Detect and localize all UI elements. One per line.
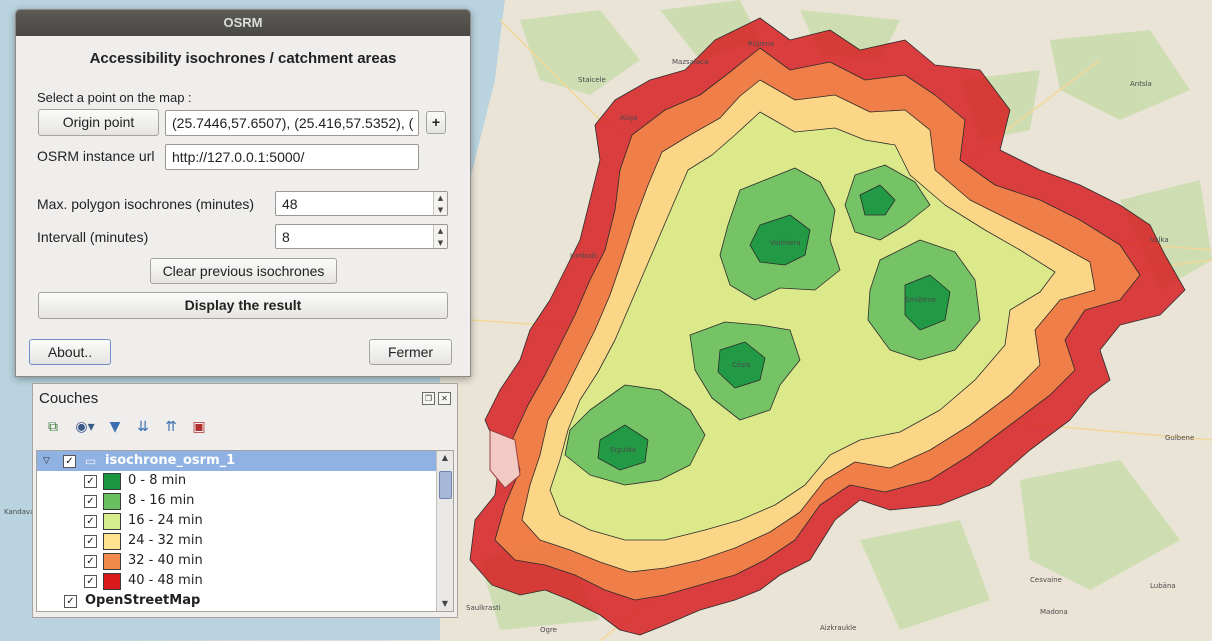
legend-class-row[interactable]: ✓ 16 - 24 min	[37, 511, 437, 531]
layer-row-openstreetmap[interactable]: ✓ OpenStreetMap	[37, 591, 437, 611]
interval-spinbox[interactable]: 8 ▲ ▼	[275, 224, 448, 249]
town-label: Mazsalaca	[672, 58, 708, 66]
remove-layer-icon[interactable]: ▣	[189, 417, 209, 437]
class-label: 24 - 32 min	[128, 533, 203, 548]
layers-panel: Couches ❐ ✕ ⧉ ◉▾ ▼ ⇊ ⇈ ▣ ▽ ✓ ▭ isochrone…	[32, 383, 458, 618]
town-label: Rūjiena	[748, 40, 774, 48]
interval-value: 8	[282, 229, 290, 245]
class-swatch	[103, 473, 121, 490]
layer-checkbox[interactable]: ✓	[63, 455, 76, 468]
town-label: Aloja	[620, 114, 637, 122]
legend-class-row[interactable]: ✓ 40 - 48 min	[37, 571, 437, 591]
town-label: Smiltene	[905, 296, 936, 304]
class-swatch	[103, 513, 121, 530]
dialog-title-bar[interactable]: OSRM	[16, 10, 470, 36]
interval-label: Intervall (minutes)	[37, 229, 149, 245]
dialog-heading: Accessibility isochrones / catchment are…	[89, 50, 397, 67]
close-button[interactable]: Fermer	[369, 339, 452, 365]
about-button[interactable]: About..	[29, 339, 111, 365]
add-point-button[interactable]: +	[426, 111, 446, 134]
class-checkbox[interactable]: ✓	[84, 575, 97, 588]
interval-stepper[interactable]: ▲ ▼	[433, 225, 447, 248]
instance-url-field[interactable]: http://127.0.0.1:5000/	[165, 144, 419, 170]
add-group-icon[interactable]: ⧉	[43, 417, 63, 437]
class-checkbox[interactable]: ✓	[84, 555, 97, 568]
float-panel-icon[interactable]: ❐	[422, 392, 435, 405]
town-label: Cēsis	[732, 361, 751, 369]
max-isochrones-value: 48	[282, 196, 298, 212]
layer-row-isochrone[interactable]: ▽ ✓ ▭ isochrone_osrm_1	[37, 451, 437, 471]
legend-class-row[interactable]: ✓ 32 - 40 min	[37, 551, 437, 571]
class-checkbox[interactable]: ✓	[84, 535, 97, 548]
select-point-label: Select a point on the map :	[37, 90, 192, 105]
increment-icon[interactable]: ▲	[434, 225, 447, 237]
layer-tree-scrollbar[interactable]: ▲ ▼	[436, 451, 453, 611]
layer-name: isochrone_osrm_1	[105, 453, 236, 468]
town-label: Antsla	[1130, 80, 1152, 88]
max-isochrones-stepper[interactable]: ▲ ▼	[433, 192, 447, 215]
layer-tree[interactable]: ▽ ✓ ▭ isochrone_osrm_1 ✓ 0 - 8 min ✓ 8 -…	[36, 450, 454, 612]
visibility-icon[interactable]: ◉▾	[71, 417, 99, 437]
scroll-down-icon[interactable]: ▼	[437, 597, 453, 611]
town-label: Limbaži	[570, 252, 597, 260]
town-label: Aizkraukle	[820, 624, 856, 632]
class-swatch	[103, 573, 121, 590]
class-label: 40 - 48 min	[128, 573, 203, 588]
filter-icon[interactable]: ▼	[105, 417, 125, 437]
layer-checkbox[interactable]: ✓	[64, 595, 77, 608]
osrm-dialog: OSRM Accessibility isochrones / catchmen…	[15, 9, 471, 377]
town-label: Valmiera	[770, 239, 801, 247]
legend-class-row[interactable]: ✓ 8 - 16 min	[37, 491, 437, 511]
collapse-arrow-icon[interactable]: ▽	[43, 451, 50, 471]
town-label: Lubāna	[1150, 582, 1176, 590]
town-label: Ogre	[540, 626, 557, 634]
town-label: Cesvaine	[1030, 576, 1062, 584]
class-label: 0 - 8 min	[128, 473, 187, 488]
origin-coordinates-field[interactable]: (25.7446,57.6507), (25.416,57.5352), (	[165, 110, 419, 136]
increment-icon[interactable]: ▲	[434, 192, 447, 204]
class-label: 8 - 16 min	[128, 493, 195, 508]
class-swatch	[103, 553, 121, 570]
town-label: Valka	[1150, 236, 1169, 244]
scrollbar-thumb[interactable]	[439, 471, 452, 499]
decrement-icon[interactable]: ▼	[434, 204, 447, 216]
town-label: Saulkrasti	[466, 604, 501, 612]
class-label: 16 - 24 min	[128, 513, 203, 528]
expand-all-icon[interactable]: ⇊	[133, 417, 153, 437]
class-swatch	[103, 533, 121, 550]
legend-class-row[interactable]: ✓ 24 - 32 min	[37, 531, 437, 551]
legend-class-row[interactable]: ✓ 0 - 8 min	[37, 471, 437, 491]
decrement-icon[interactable]: ▼	[434, 237, 447, 249]
instance-url-label: OSRM instance url	[37, 148, 155, 164]
close-panel-icon[interactable]: ✕	[438, 392, 451, 405]
class-label: 32 - 40 min	[128, 553, 203, 568]
scroll-up-icon[interactable]: ▲	[437, 451, 453, 465]
class-checkbox[interactable]: ✓	[84, 515, 97, 528]
class-checkbox[interactable]: ✓	[84, 475, 97, 488]
layer-name: OpenStreetMap	[85, 593, 201, 608]
town-label: Gulbene	[1165, 434, 1194, 442]
town-label: Sigulda	[610, 446, 636, 454]
town-label: Kandava	[4, 508, 34, 516]
town-label: Madona	[1040, 608, 1068, 616]
max-isochrones-spinbox[interactable]: 48 ▲ ▼	[275, 191, 448, 216]
collapse-all-icon[interactable]: ⇈	[161, 417, 181, 437]
origin-point-button[interactable]: Origin point	[38, 109, 159, 136]
class-checkbox[interactable]: ✓	[84, 495, 97, 508]
display-result-button[interactable]: Display the result	[38, 292, 448, 319]
vector-layer-icon: ▭	[85, 454, 97, 468]
max-isochrones-label: Max. polygon isochrones (minutes)	[37, 196, 255, 212]
town-label: Staicele	[578, 76, 606, 84]
clear-isochrones-button[interactable]: Clear previous isochrones	[150, 258, 337, 284]
layers-panel-title: Couches	[39, 390, 99, 407]
class-swatch	[103, 493, 121, 510]
